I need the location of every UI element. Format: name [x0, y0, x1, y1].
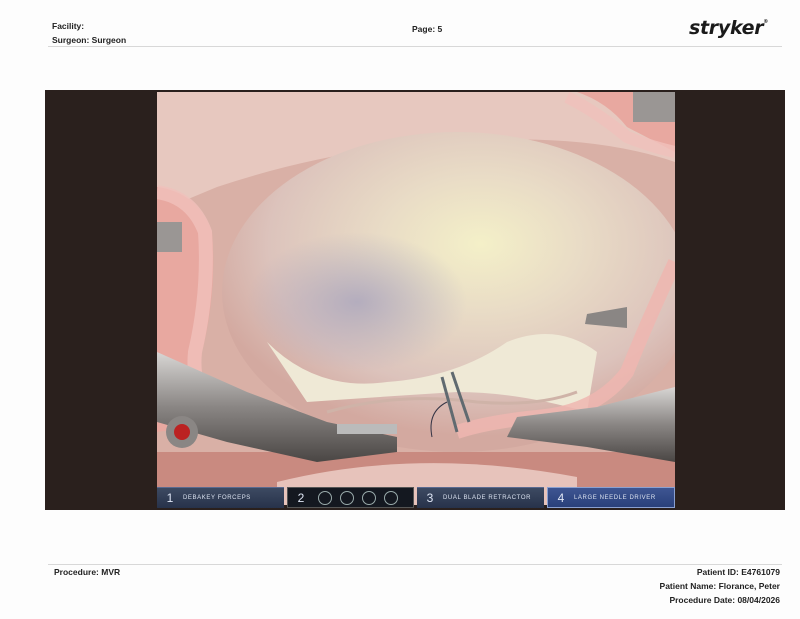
- surgical-scene-illustration: [157, 92, 675, 505]
- status-ring-icon: [318, 490, 332, 505]
- instrument-slot-1: 1 DEBAKEY FORCEPS: [157, 487, 284, 508]
- instrument-number: 2: [297, 490, 305, 505]
- page-number: Page: 5: [412, 24, 443, 34]
- instrument-number: 3: [426, 491, 434, 505]
- surgical-image: [157, 92, 675, 505]
- surgical-video-frame: 1 DEBAKEY FORCEPS 2 3 DUAL BLADE RETRACT…: [45, 90, 785, 510]
- header-divider: [48, 46, 782, 47]
- instrument-label: DUAL BLADE RETRACTOR: [443, 495, 532, 501]
- surgeon-label: Surgeon: Surgeon: [52, 35, 127, 45]
- instrument-label: LARGE NEEDLE DRIVER: [574, 494, 656, 501]
- procedure-date: Procedure Date: 08/04/2026: [669, 595, 780, 605]
- instrument-number: 4: [557, 490, 565, 505]
- instrument-slot-2: 2: [287, 487, 414, 508]
- facility-label: Facility:: [52, 21, 85, 31]
- instrument-overlay-bar: 1 DEBAKEY FORCEPS 2 3 DUAL BLADE RETRACT…: [157, 487, 675, 508]
- patient-name: Patient Name: Florance, Peter: [659, 581, 780, 591]
- instrument-slot-3: 3 DUAL BLADE RETRACTOR: [417, 487, 544, 508]
- header-info: Facility: Surgeon: Surgeon: [52, 19, 126, 47]
- instrument-number: 1: [166, 491, 174, 505]
- logo-mark: ®: [763, 19, 768, 25]
- logo-text: stryker: [689, 17, 764, 39]
- status-ring-icon: [362, 490, 376, 505]
- instrument-label: DEBAKEY FORCEPS: [183, 495, 251, 501]
- status-ring-icon: [340, 490, 354, 505]
- patient-id: Patient ID: E4761079: [696, 567, 780, 577]
- procedure-label: Procedure: MVR: [54, 567, 121, 577]
- patient-info: Patient ID: E4761079 Patient Name: Flora…: [660, 565, 780, 607]
- instrument-slot-4: 4 LARGE NEEDLE DRIVER: [547, 487, 675, 508]
- stryker-logo: stryker®: [689, 17, 768, 39]
- status-ring-icon: [384, 490, 398, 505]
